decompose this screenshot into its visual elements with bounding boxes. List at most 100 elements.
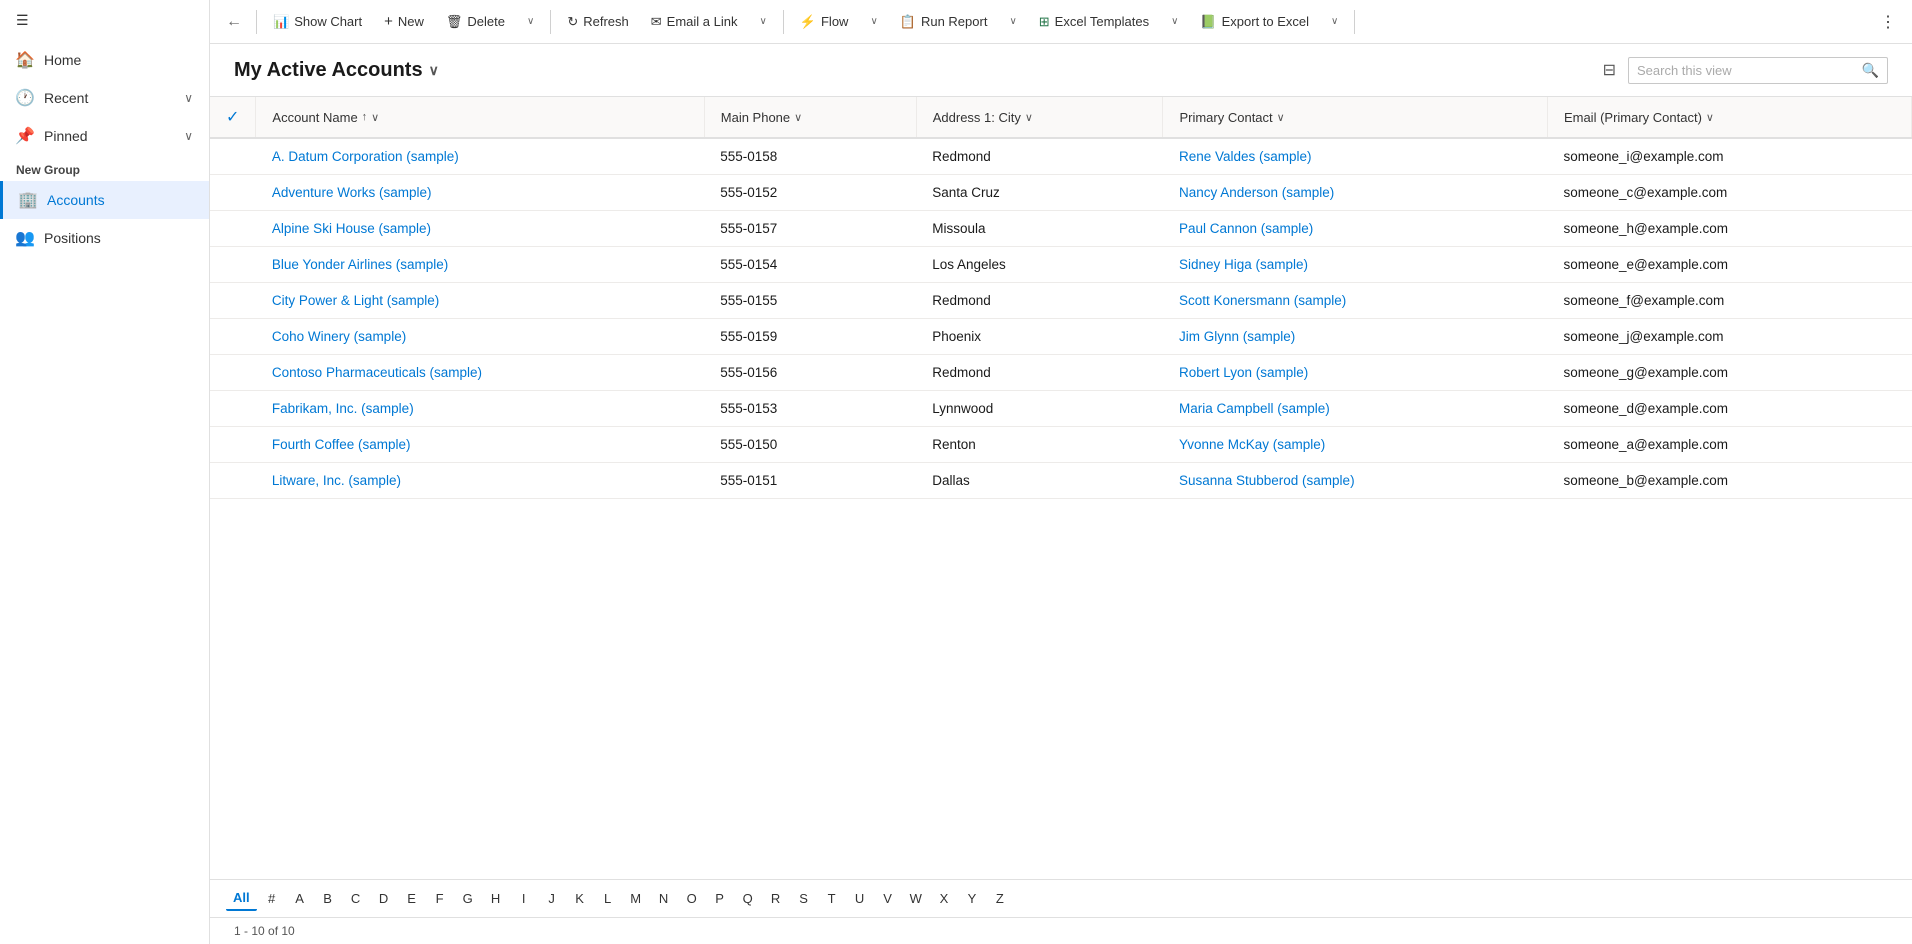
row-phone-3: 555-0154 xyxy=(704,247,916,283)
email-link-button[interactable]: ✉ Email a Link xyxy=(641,9,748,35)
select-all-checkbox[interactable]: ✓ xyxy=(226,109,239,126)
row-checkbox-8[interactable] xyxy=(210,427,256,463)
excel-templates-button[interactable]: ⊞ Excel Templates xyxy=(1029,9,1159,35)
alpha-btn-O[interactable]: O xyxy=(679,887,705,910)
row-checkbox-4[interactable] xyxy=(210,283,256,319)
row-contact-9[interactable]: Susanna Stubberod (sample) xyxy=(1163,463,1548,499)
row-contact-3[interactable]: Sidney Higa (sample) xyxy=(1163,247,1548,283)
col-city[interactable]: Address 1: City ∨ xyxy=(916,97,1163,138)
row-account-name-9[interactable]: Litware, Inc. (sample) xyxy=(256,463,704,499)
alpha-btn-H[interactable]: H xyxy=(483,887,509,910)
alpha-btn-E[interactable]: E xyxy=(399,887,425,910)
row-account-name-1[interactable]: Adventure Works (sample) xyxy=(256,175,704,211)
alpha-btn-G[interactable]: G xyxy=(455,887,481,910)
filter-button[interactable]: ⊟ xyxy=(1599,56,1620,84)
new-button[interactable]: + New xyxy=(374,8,434,35)
row-checkbox-7[interactable] xyxy=(210,391,256,427)
alpha-btn-R[interactable]: R xyxy=(763,887,789,910)
row-account-name-4[interactable]: City Power & Light (sample) xyxy=(256,283,704,319)
main-phone-dropdown-icon[interactable]: ∨ xyxy=(794,111,802,124)
more-options-button[interactable]: ⋮ xyxy=(1872,7,1904,37)
row-contact-6[interactable]: Robert Lyon (sample) xyxy=(1163,355,1548,391)
row-checkbox-0[interactable] xyxy=(210,138,256,175)
col-primary-contact[interactable]: Primary Contact ∨ xyxy=(1163,97,1548,138)
run-report-dropdown-button[interactable]: ∨ xyxy=(999,11,1026,32)
row-checkbox-2[interactable] xyxy=(210,211,256,247)
show-chart-button[interactable]: 📊 Show Chart xyxy=(263,9,372,35)
alpha-btn-L[interactable]: L xyxy=(595,887,621,910)
alpha-btn-Q[interactable]: Q xyxy=(735,887,761,910)
row-contact-2[interactable]: Paul Cannon (sample) xyxy=(1163,211,1548,247)
col-email[interactable]: Email (Primary Contact) ∨ xyxy=(1547,97,1911,138)
alpha-btn-M[interactable]: M xyxy=(623,887,649,910)
row-account-name-2[interactable]: Alpine Ski House (sample) xyxy=(256,211,704,247)
refresh-button[interactable]: ↻ Refresh xyxy=(557,9,638,35)
alpha-btn-N[interactable]: N xyxy=(651,887,677,910)
account-name-dropdown-icon[interactable]: ∨ xyxy=(371,111,379,124)
alpha-btn-C[interactable]: C xyxy=(343,887,369,910)
flow-dropdown-button[interactable]: ∨ xyxy=(860,11,887,32)
alpha-btn-B[interactable]: B xyxy=(315,887,341,910)
row-account-name-5[interactable]: Coho Winery (sample) xyxy=(256,319,704,355)
col-check[interactable]: ✓ xyxy=(210,97,256,138)
hamburger-button[interactable]: ☰ xyxy=(0,0,209,41)
row-checkbox-3[interactable] xyxy=(210,247,256,283)
flow-button[interactable]: ⚡ Flow xyxy=(790,9,859,35)
alpha-btn-Z[interactable]: Z xyxy=(987,887,1013,910)
export-excel-dropdown-button[interactable]: ∨ xyxy=(1321,11,1348,32)
alpha-btn-Y[interactable]: Y xyxy=(959,887,985,910)
delete-dropdown-button[interactable]: ∨ xyxy=(517,11,544,32)
sidebar-item-accounts[interactable]: 🏢 Accounts xyxy=(0,181,209,219)
run-report-button[interactable]: 📋 Run Report xyxy=(890,9,998,35)
alpha-btn-All[interactable]: All xyxy=(226,886,257,911)
alpha-btn-D[interactable]: D xyxy=(371,887,397,910)
back-button[interactable]: ← xyxy=(218,8,250,36)
row-contact-1[interactable]: Nancy Anderson (sample) xyxy=(1163,175,1548,211)
row-contact-4[interactable]: Scott Konersmann (sample) xyxy=(1163,283,1548,319)
alpha-btn-#[interactable]: # xyxy=(259,887,285,910)
alpha-btn-T[interactable]: T xyxy=(819,887,845,910)
row-checkbox-5[interactable] xyxy=(210,319,256,355)
sidebar-item-recent[interactable]: 🕐 Recent ∨ xyxy=(0,79,209,117)
col-account-name[interactable]: Account Name ↑ ∨ xyxy=(256,97,704,138)
row-account-name-6[interactable]: Contoso Pharmaceuticals (sample) xyxy=(256,355,704,391)
col-main-phone[interactable]: Main Phone ∨ xyxy=(704,97,916,138)
row-contact-7[interactable]: Maria Campbell (sample) xyxy=(1163,391,1548,427)
row-checkbox-1[interactable] xyxy=(210,175,256,211)
email-dropdown-icon[interactable]: ∨ xyxy=(1706,111,1714,124)
alpha-btn-J[interactable]: J xyxy=(539,887,565,910)
alpha-btn-P[interactable]: P xyxy=(707,887,733,910)
row-contact-0[interactable]: Rene Valdes (sample) xyxy=(1163,138,1548,175)
search-input[interactable] xyxy=(1637,63,1856,78)
sidebar-item-pinned[interactable]: 📌 Pinned ∨ xyxy=(0,117,209,155)
excel-templates-dropdown-button[interactable]: ∨ xyxy=(1161,11,1188,32)
export-excel-button[interactable]: 📗 Export to Excel xyxy=(1190,9,1319,35)
row-account-name-7[interactable]: Fabrikam, Inc. (sample) xyxy=(256,391,704,427)
alpha-btn-A[interactable]: A xyxy=(287,887,313,910)
alpha-btn-V[interactable]: V xyxy=(875,887,901,910)
view-title-dropdown-button[interactable]: ∨ xyxy=(429,62,439,79)
alpha-btn-K[interactable]: K xyxy=(567,887,593,910)
sidebar-item-home[interactable]: 🏠 Home xyxy=(0,41,209,79)
primary-contact-dropdown-icon[interactable]: ∨ xyxy=(1277,111,1285,124)
row-account-name-0[interactable]: A. Datum Corporation (sample) xyxy=(256,138,704,175)
row-account-name-8[interactable]: Fourth Coffee (sample) xyxy=(256,427,704,463)
row-contact-5[interactable]: Jim Glynn (sample) xyxy=(1163,319,1548,355)
alpha-btn-U[interactable]: U xyxy=(847,887,873,910)
city-dropdown-icon[interactable]: ∨ xyxy=(1025,111,1033,124)
row-email-7: someone_d@example.com xyxy=(1547,391,1911,427)
refresh-label: Refresh xyxy=(583,14,629,29)
alpha-btn-S[interactable]: S xyxy=(791,887,817,910)
alpha-btn-X[interactable]: X xyxy=(931,887,957,910)
row-checkbox-9[interactable] xyxy=(210,463,256,499)
new-label: New xyxy=(398,14,424,29)
alpha-btn-I[interactable]: I xyxy=(511,887,537,910)
row-checkbox-6[interactable] xyxy=(210,355,256,391)
delete-button[interactable]: 🗑 Delete xyxy=(436,9,515,35)
row-contact-8[interactable]: Yvonne McKay (sample) xyxy=(1163,427,1548,463)
email-link-dropdown-button[interactable]: ∨ xyxy=(749,11,776,32)
alpha-btn-W[interactable]: W xyxy=(903,887,929,910)
row-account-name-3[interactable]: Blue Yonder Airlines (sample) xyxy=(256,247,704,283)
alpha-btn-F[interactable]: F xyxy=(427,887,453,910)
sidebar-item-positions[interactable]: 👥 Positions xyxy=(0,219,209,257)
